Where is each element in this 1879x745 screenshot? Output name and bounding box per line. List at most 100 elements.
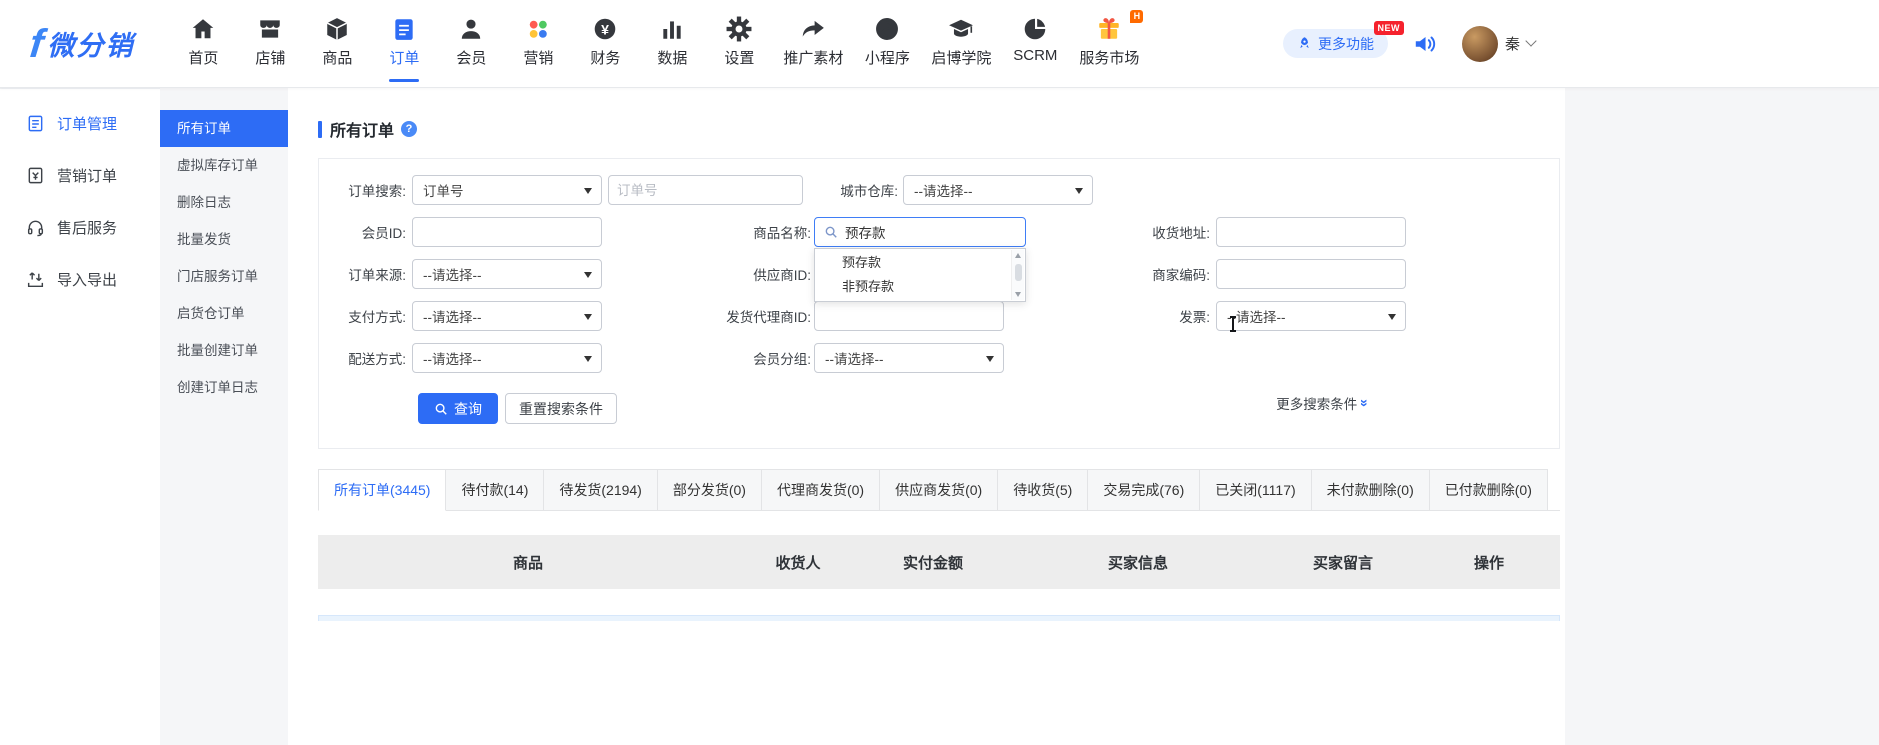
hot-badge: H bbox=[1130, 10, 1143, 23]
home-icon bbox=[190, 16, 216, 42]
user-menu[interactable]: 秦 bbox=[1462, 26, 1535, 62]
filter-row-1: 订单搜索: 订单号 城市仓库: --请选择-- bbox=[319, 175, 1559, 205]
tab-unpaid-deleted[interactable]: 未付款删除(0) bbox=[1312, 469, 1430, 511]
tab-closed[interactable]: 已关闭(1117) bbox=[1200, 469, 1311, 511]
topbar: f 微分销 首页 店铺 商品 订单 会员 营销 ¥ 财务 bbox=[0, 0, 1879, 88]
shipping-agent-id-label: 发货代理商ID: bbox=[602, 306, 814, 326]
shipping-agent-id-input[interactable] bbox=[814, 301, 1004, 331]
dropdown-scrollbar[interactable] bbox=[1011, 250, 1024, 300]
svg-text:¥: ¥ bbox=[601, 21, 609, 37]
topbar-right: 更多功能 NEW 秦 bbox=[1283, 0, 1535, 87]
nav-item-marketing[interactable]: 营销 bbox=[515, 16, 561, 68]
submenu-item-delete-logs[interactable]: 删除日志 bbox=[160, 184, 288, 221]
invoice-select[interactable]: --请选择-- bbox=[1216, 301, 1406, 331]
scroll-up-arrow-icon[interactable] bbox=[1015, 253, 1021, 258]
delivery-method-select[interactable]: --请选择-- bbox=[412, 343, 602, 373]
nav-item-home[interactable]: 首页 bbox=[180, 16, 226, 68]
tab-all-orders[interactable]: 所有订单(3445) bbox=[318, 469, 446, 511]
member-id-label: 会员ID: bbox=[319, 222, 412, 242]
tab-agent-shipment[interactable]: 代理商发货(0) bbox=[762, 469, 880, 511]
tab-pending-payment[interactable]: 待付款(14) bbox=[446, 469, 544, 511]
tab-paid-deleted[interactable]: 已付款删除(0) bbox=[1430, 469, 1548, 511]
member-id-input[interactable] bbox=[412, 217, 602, 247]
nav-item-miniprogram[interactable]: 小程序 bbox=[864, 16, 910, 68]
shop-icon bbox=[257, 16, 283, 42]
member-group-select[interactable]: --请选择-- bbox=[814, 343, 1004, 373]
nav-item-shop[interactable]: 店铺 bbox=[247, 16, 293, 68]
filter-actions: 查询 重置搜索条件 更多搜索条件 » bbox=[319, 393, 1559, 424]
sidebar-item-marketing-orders[interactable]: 营销订单 bbox=[0, 149, 160, 201]
tab-supplier-shipment[interactable]: 供应商发货(0) bbox=[880, 469, 998, 511]
product-name-combo-input[interactable]: 预存款 bbox=[814, 217, 1026, 247]
dropdown-option[interactable]: 非预存款 bbox=[815, 275, 1025, 299]
delivery-method-label: 配送方式: bbox=[319, 348, 412, 368]
submenu-item-all-orders[interactable]: 所有订单 bbox=[160, 110, 288, 147]
nav-item-goods[interactable]: 商品 bbox=[314, 16, 360, 68]
scrm-pie-icon bbox=[1022, 16, 1048, 42]
submenu-item-virtual-stock-orders[interactable]: 虚拟库存订单 bbox=[160, 147, 288, 184]
brand-logo[interactable]: f 微分销 bbox=[30, 24, 134, 64]
settings-gear-icon bbox=[726, 16, 752, 42]
marketing-orders-icon bbox=[26, 166, 45, 185]
nav-item-academy[interactable]: 启博学院 bbox=[931, 16, 991, 68]
speaker-icon[interactable] bbox=[1412, 31, 1438, 57]
tab-pending-shipment[interactable]: 待发货(2194) bbox=[544, 469, 657, 511]
tab-partial-shipment[interactable]: 部分发货(0) bbox=[658, 469, 762, 511]
search-icon bbox=[824, 225, 838, 239]
nav-item-service-market[interactable]: H 服务市场 bbox=[1079, 16, 1139, 68]
search-icon bbox=[434, 402, 448, 416]
graduation-cap-icon bbox=[948, 16, 974, 42]
merchant-code-input[interactable] bbox=[1216, 259, 1406, 289]
nav-item-settings[interactable]: 设置 bbox=[716, 16, 762, 68]
reset-search-button[interactable]: 重置搜索条件 bbox=[505, 393, 617, 424]
order-search-label: 订单搜索: bbox=[319, 180, 412, 200]
scrollbar-thumb[interactable] bbox=[1015, 264, 1022, 281]
sidebar-item-after-sales[interactable]: 售后服务 bbox=[0, 201, 160, 253]
gift-icon bbox=[1096, 16, 1122, 42]
product-name-dropdown: 预存款 非预存款 bbox=[814, 248, 1026, 302]
avatar bbox=[1462, 26, 1498, 62]
filter-row-4: 支付方式: --请选择-- 发货代理商ID: 发票: --请选择-- bbox=[319, 301, 1559, 331]
sidebar-item-import-export[interactable]: 导入导出 bbox=[0, 253, 160, 305]
dropdown-option[interactable]: 预存款 bbox=[815, 251, 1025, 275]
nav-item-promo-material[interactable]: 推广素材 bbox=[783, 16, 843, 68]
submenu-item-batch-create-orders[interactable]: 批量创建订单 bbox=[160, 332, 288, 369]
pay-method-select[interactable]: --请选择-- bbox=[412, 301, 602, 331]
share-arrow-icon bbox=[800, 16, 826, 42]
user-name: 秦 bbox=[1505, 33, 1520, 54]
help-icon[interactable]: ? bbox=[401, 121, 417, 137]
new-badge: NEW bbox=[1374, 21, 1405, 35]
order-icon bbox=[391, 16, 417, 42]
nav-item-finance[interactable]: ¥ 财务 bbox=[582, 16, 628, 68]
nav-item-data[interactable]: 数据 bbox=[649, 16, 695, 68]
order-no-input[interactable] bbox=[608, 175, 803, 205]
city-warehouse-select[interactable]: --请选择-- bbox=[903, 175, 1093, 205]
order-status-tabs: 所有订单(3445) 待付款(14) 待发货(2194) 部分发货(0) 代理商… bbox=[318, 469, 1560, 511]
nav-item-orders[interactable]: 订单 bbox=[381, 16, 427, 68]
column-header-consignee: 收货人 bbox=[738, 552, 858, 573]
nav-item-scrm[interactable]: SCRM bbox=[1012, 16, 1058, 64]
column-header-buyer-info: 买家信息 bbox=[1008, 552, 1268, 573]
submenu-item-store-service-orders[interactable]: 门店服务订单 bbox=[160, 258, 288, 295]
search-button[interactable]: 查询 bbox=[418, 393, 498, 424]
tab-pending-receipt[interactable]: 待收货(5) bbox=[998, 469, 1088, 511]
city-warehouse-label: 城市仓库: bbox=[803, 180, 903, 200]
nav-item-members[interactable]: 会员 bbox=[448, 16, 494, 68]
more-features-button[interactable]: 更多功能 NEW bbox=[1283, 29, 1388, 58]
more-search-conditions-link[interactable]: 更多搜索条件 » bbox=[1276, 393, 1369, 413]
miniprogram-icon bbox=[874, 16, 900, 42]
sidebar-item-order-management[interactable]: 订单管理 bbox=[0, 97, 160, 149]
submenu-item-create-order-logs[interactable]: 创建订单日志 bbox=[160, 369, 288, 406]
order-source-select[interactable]: --请选择-- bbox=[412, 259, 602, 289]
tab-completed[interactable]: 交易完成(76) bbox=[1088, 469, 1200, 511]
submenu-item-qihuo-warehouse-orders[interactable]: 启货仓订单 bbox=[160, 295, 288, 332]
double-chevron-down-icon: » bbox=[1357, 399, 1373, 407]
order-search-type-select[interactable]: 订单号 bbox=[412, 175, 602, 205]
main-content: 所有订单 ? 订单搜索: 订单号 城市仓库: --请选择-- 会员ID: 商品名… bbox=[288, 88, 1565, 745]
submenu-item-batch-shipping[interactable]: 批量发货 bbox=[160, 221, 288, 258]
order-management-icon bbox=[26, 114, 45, 133]
address-input[interactable] bbox=[1216, 217, 1406, 247]
first-order-row-partial bbox=[318, 615, 1560, 621]
scroll-down-arrow-icon[interactable] bbox=[1015, 292, 1021, 297]
product-name-label: 商品名称: bbox=[602, 222, 814, 242]
